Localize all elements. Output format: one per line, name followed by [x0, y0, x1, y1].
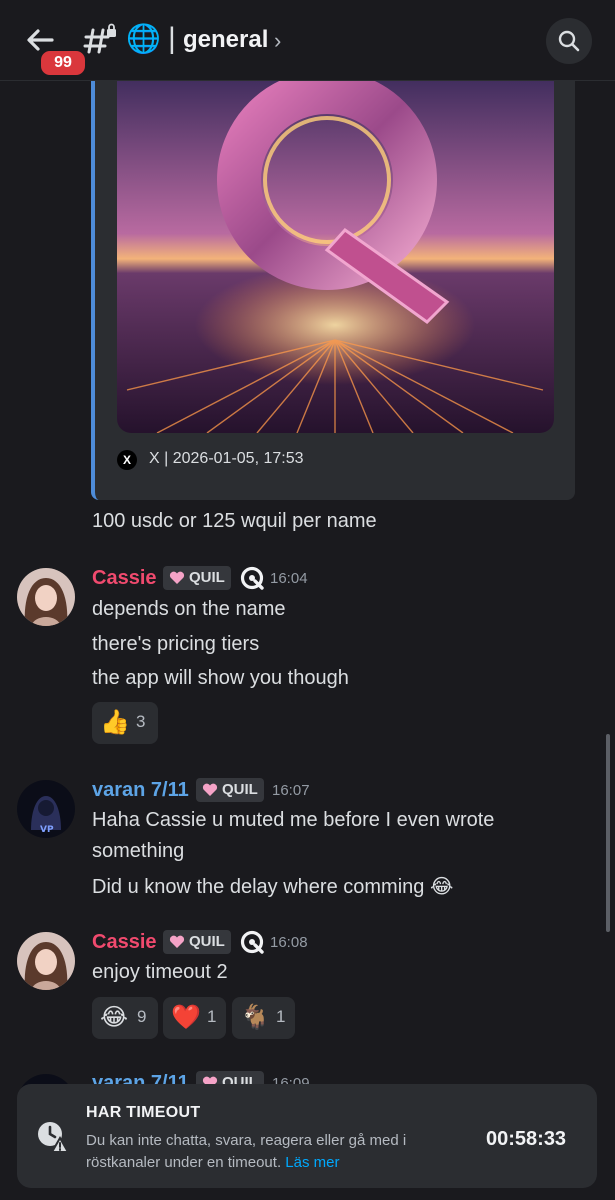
timestamp: 16:04	[270, 570, 308, 587]
message-text: the app will show you though	[92, 667, 349, 689]
joy-emoji: 😂	[100, 1004, 129, 1031]
server-tag[interactable]: QUIL	[163, 930, 231, 954]
timestamp: 16:08	[270, 934, 308, 951]
channel-name[interactable]: general	[183, 26, 268, 54]
author-name[interactable]: varan 7/11	[92, 779, 189, 802]
timeout-description: Du kan inte chatta, svara, reagera eller…	[86, 1130, 471, 1174]
title-separator: |	[168, 22, 176, 55]
search-button[interactable]	[546, 18, 592, 64]
heart-icon	[169, 571, 185, 584]
message-text: something	[92, 840, 185, 862]
goat-emoji: 🐐	[240, 1004, 270, 1031]
reaction-joy[interactable]: 😂 9	[92, 997, 158, 1039]
read-more-link[interactable]: Läs mer	[285, 1154, 339, 1171]
reaction-count: 1	[207, 1007, 217, 1026]
server-tag-label: QUIL	[189, 569, 225, 586]
svg-text:VP: VP	[40, 825, 54, 835]
reaction-count: 3	[136, 712, 146, 731]
avatar[interactable]: VP	[17, 780, 75, 838]
timeout-title: HAR TIMEOUT	[86, 1104, 201, 1121]
embed-image[interactable]	[117, 80, 554, 433]
heart-icon	[169, 935, 185, 948]
thumbs-up-emoji: 👍	[100, 709, 130, 736]
message-text: 100 usdc or 125 wquil per name	[92, 510, 377, 532]
quil-logo-icon	[240, 930, 264, 954]
message-list[interactable]: X X | 2026-01-05, 17:53 100 usdc or 125 …	[0, 80, 615, 1200]
quil-logo-icon	[240, 566, 264, 590]
avatar[interactable]	[17, 568, 75, 626]
channel-header: 99 🌐 | general ›	[0, 0, 615, 81]
avatar[interactable]	[17, 932, 75, 990]
search-icon	[558, 30, 580, 52]
message-text: Did u know the delay where comming 😂	[92, 876, 454, 898]
text-channel-locked-icon	[82, 22, 118, 58]
message-text: there's pricing tiers	[92, 633, 260, 655]
author-name[interactable]: Cassie	[92, 931, 157, 954]
reaction-count: 9	[137, 1007, 147, 1026]
globe-emoji: 🌐	[126, 23, 161, 54]
red-heart-emoji: ❤️	[171, 1004, 201, 1031]
author-name[interactable]: Cassie	[92, 567, 157, 590]
reaction-thumbs-up[interactable]: 👍 3	[92, 702, 158, 744]
reaction-count: 1	[276, 1007, 286, 1026]
timeout-countdown: 00:58:33	[486, 1128, 567, 1150]
x-logo-icon: X	[117, 450, 137, 470]
server-tag-label: QUIL	[222, 781, 258, 798]
message-text: Haha Cassie u muted me before I even wro…	[92, 809, 495, 831]
link-embed[interactable]: X X | 2026-01-05, 17:53	[91, 80, 575, 500]
message-text: depends on the name	[92, 598, 286, 620]
server-tag[interactable]: QUIL	[196, 778, 264, 802]
server-tag-label: QUIL	[189, 933, 225, 950]
clock-warning-icon	[35, 1118, 71, 1154]
heart-icon	[202, 783, 218, 796]
embed-footer-text: X | 2026-01-05, 17:53	[149, 450, 304, 467]
reaction-heart[interactable]: ❤️ 1	[163, 997, 226, 1039]
reaction-goat[interactable]: 🐐 1	[232, 997, 295, 1039]
timestamp: 16:07	[272, 782, 310, 799]
scrollbar[interactable]	[606, 734, 610, 932]
server-tag[interactable]: QUIL	[163, 566, 231, 590]
message-text: enjoy timeout 2	[92, 961, 228, 983]
timeout-notice: HAR TIMEOUT Du kan inte chatta, svara, r…	[17, 1084, 597, 1188]
chevron-right-icon[interactable]: ›	[274, 28, 281, 54]
unread-badge: 99	[38, 48, 88, 78]
timeout-description-text: Du kan inte chatta, svara, reagera eller…	[86, 1132, 407, 1171]
